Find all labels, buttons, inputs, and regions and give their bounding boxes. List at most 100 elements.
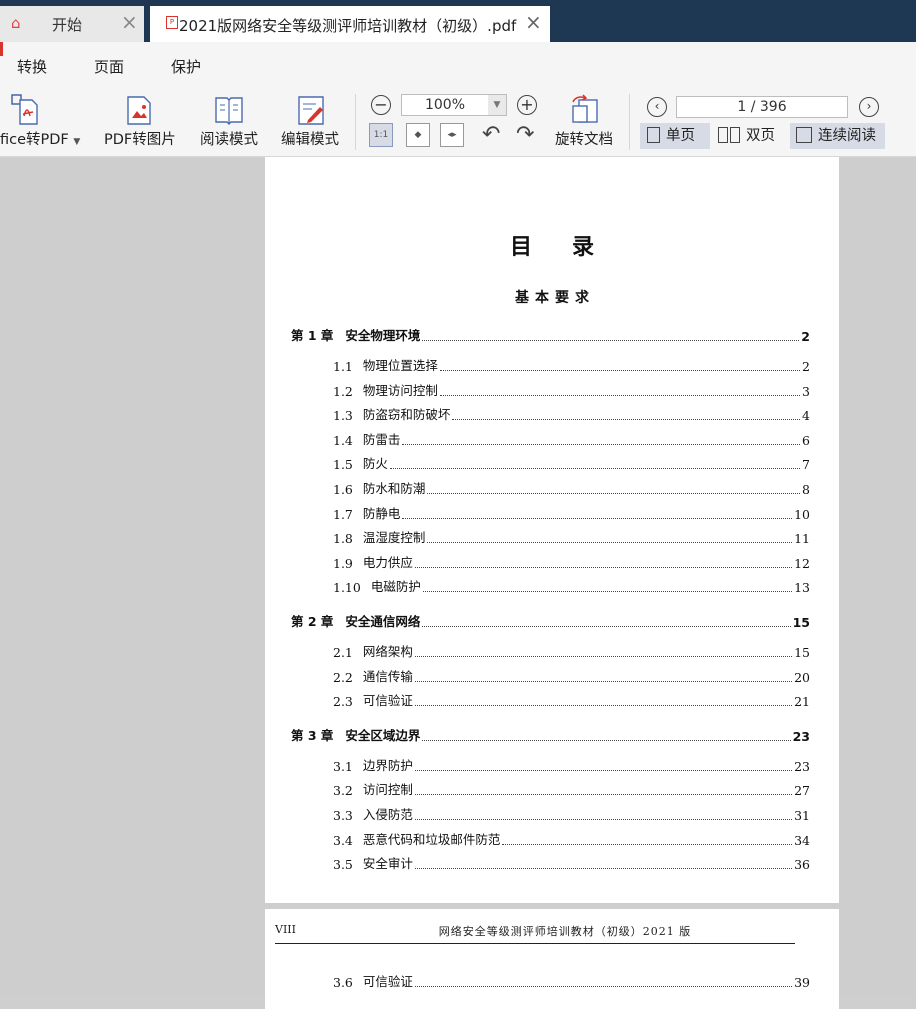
toc-section-entry[interactable]: 1.2 物理访问控制 3 bbox=[333, 380, 810, 399]
pdf-to-image-button[interactable]: PDF转图片 bbox=[100, 86, 180, 156]
toc-entry-number: 1.2 bbox=[333, 383, 353, 399]
fit-page-icon[interactable]: ◆ bbox=[406, 123, 430, 147]
menu-convert[interactable]: 转换 bbox=[17, 56, 47, 77]
rotate-left-icon[interactable]: ↶ bbox=[482, 122, 500, 147]
toc-entry-title: 安全区域边界 bbox=[345, 727, 421, 743]
toc-entry-number: 1.9 bbox=[333, 555, 353, 571]
toc-entry-page: 6 bbox=[802, 432, 810, 448]
toc-entry-page: 10 bbox=[794, 506, 810, 522]
toc-leader-dots bbox=[422, 591, 793, 593]
pdf-to-image-icon bbox=[127, 96, 151, 125]
toc-entry-number: 2.3 bbox=[333, 694, 353, 710]
toc-entry-page: 2 bbox=[802, 359, 810, 374]
toc-leader-dots bbox=[427, 493, 801, 494]
continuous-read-button[interactable]: 连续阅读 bbox=[790, 123, 885, 149]
toc-chapter-entry[interactable]: 第 3 章安全区域边界 23 bbox=[291, 725, 810, 744]
double-page-icon bbox=[718, 127, 728, 143]
toc-section-entry[interactable]: 3.3 入侵防范 31 bbox=[333, 804, 810, 823]
zoom-input[interactable]: 100% bbox=[401, 94, 489, 116]
prev-page-icon[interactable]: ‹ bbox=[647, 97, 667, 117]
toc-section-entry[interactable]: 1.4 防雷击 6 bbox=[333, 429, 810, 448]
toc-entry-number: 1.1 bbox=[333, 359, 353, 374]
toc-section-entry[interactable]: 1.6 防水和防潮 8 bbox=[333, 478, 810, 497]
continuous-read-icon bbox=[796, 127, 812, 143]
zoom-out-icon[interactable]: − bbox=[371, 95, 391, 115]
toolbar-divider bbox=[629, 94, 630, 150]
toc-chapter-entry[interactable]: 第 1 章安全物理环境 2 bbox=[291, 325, 810, 344]
toc-section-entry[interactable]: 3.1 边界防护 23 bbox=[333, 755, 810, 774]
toc-entry-title: 电磁防护 bbox=[370, 579, 421, 595]
toc-entry-title: 电力供应 bbox=[362, 554, 413, 570]
menu-page[interactable]: 页面 bbox=[94, 56, 124, 77]
toc-entry-page: 15 bbox=[794, 645, 810, 660]
toc-entry-page: 20 bbox=[794, 669, 810, 685]
double-page-label: 双页 bbox=[746, 128, 775, 144]
toc-entry-page: 2 bbox=[801, 329, 810, 344]
toc-section-entry[interactable]: 1.1 物理位置选择 2 bbox=[333, 355, 810, 374]
actual-size-icon[interactable]: 1:1 bbox=[369, 123, 393, 147]
toc-entry-number: 3.1 bbox=[333, 758, 353, 774]
page-subtitle: 基本要求 bbox=[515, 290, 595, 306]
toc-section-entry[interactable]: 1.9 电力供应 12 bbox=[333, 552, 810, 571]
toc-chapter-entry[interactable]: 第 2 章安全通信网络 15 bbox=[291, 611, 810, 630]
toc-leader-dots bbox=[414, 566, 793, 568]
toc-section-entry[interactable]: 1.7 防静电 10 bbox=[333, 503, 810, 522]
office-to-pdf-button[interactable]: fice转PDF ▼ bbox=[0, 86, 88, 156]
pdf-page: VIII 网络安全等级测评师培训教材（初级）2021 版 3.6 可信验证 39 bbox=[265, 909, 839, 1009]
rotate-document-icon bbox=[572, 94, 598, 123]
edit-mode-label: 编辑模式 bbox=[281, 132, 339, 148]
toc-section-entry[interactable]: 1.8 温湿度控制 11 bbox=[333, 527, 810, 546]
edit-mode-button[interactable]: 编辑模式 bbox=[278, 86, 344, 156]
toc-leader-dots bbox=[414, 705, 793, 707]
tab-home[interactable]: ⌂ 开始 × bbox=[0, 6, 144, 42]
next-page-icon[interactable]: › bbox=[859, 97, 879, 117]
rotate-right-icon[interactable]: ↷ bbox=[516, 122, 534, 147]
toc-entry-page: 13 bbox=[794, 580, 810, 596]
close-icon[interactable]: × bbox=[525, 10, 542, 34]
pdf-page: 目录 基本要求 第 1 章安全物理环境 2 1.1 物理位置选择 2 1.2 物理访问控制 3… bbox=[265, 157, 839, 903]
page-number-input[interactable]: 1 / 396 bbox=[676, 96, 848, 118]
toc-leader-dots bbox=[452, 419, 801, 421]
toc-section-entry[interactable]: 1.10 电磁防护 13 bbox=[333, 576, 810, 595]
toc-section-entry[interactable]: 3.4 恶意代码和垃圾邮件防范 34 bbox=[333, 829, 810, 848]
toc-entry-number: 3.2 bbox=[333, 783, 353, 799]
tab-bar: ⌂ 开始 × P 2021版网络安全等级测评师培训教材（初级）.pdf × bbox=[0, 0, 916, 42]
menu-protect[interactable]: 保护 bbox=[171, 56, 201, 77]
toc-leader-dots bbox=[414, 794, 793, 796]
toc-section-entry[interactable]: 3.6 可信验证 39 bbox=[333, 971, 810, 990]
continuous-read-label: 连续阅读 bbox=[818, 128, 876, 144]
toc-entry-page: 23 bbox=[792, 728, 810, 744]
toc-section-entry[interactable]: 2.2 通信传输 20 bbox=[333, 666, 810, 685]
single-page-button[interactable]: 单页 bbox=[640, 123, 710, 149]
toc-leader-dots bbox=[389, 468, 801, 470]
zoom-in-icon[interactable]: + bbox=[517, 95, 537, 115]
toc-leader-dots bbox=[414, 868, 793, 870]
toc-entry-title: 安全通信网络 bbox=[345, 614, 421, 629]
double-page-button[interactable]: 双页 bbox=[714, 123, 780, 149]
close-icon[interactable]: × bbox=[121, 10, 138, 34]
toc-section-entry[interactable]: 1.3 防盗窃和防破坏 4 bbox=[333, 404, 810, 423]
document-viewer[interactable]: 目录 基本要求 第 1 章安全物理环境 2 1.1 物理位置选择 2 1.2 物理访问控制 3… bbox=[0, 157, 916, 1009]
toc-entry-title: 可信验证 bbox=[362, 693, 413, 709]
toc-entry-title: 入侵防范 bbox=[362, 807, 413, 822]
tab-document-label: 2021版网络安全等级测评师培训教材（初级）.pdf bbox=[179, 17, 517, 35]
read-mode-button[interactable]: 阅读模式 bbox=[196, 86, 262, 156]
toc-section-entry[interactable]: 1.5 防火 7 bbox=[333, 453, 810, 472]
tab-document[interactable]: P 2021版网络安全等级测评师培训教材（初级）.pdf × bbox=[150, 6, 550, 42]
fit-width-icon[interactable]: ◂▸ bbox=[440, 123, 464, 147]
toc-section-entry[interactable]: 3.5 安全审计 36 bbox=[333, 853, 810, 872]
toc-entry-number: 3.6 bbox=[333, 975, 353, 990]
toc-entry-title: 恶意代码和垃圾邮件防范 bbox=[362, 831, 501, 847]
zoom-dropdown-icon[interactable]: ▼ bbox=[488, 94, 507, 116]
office-to-pdf-label: fice转PDF ▼ bbox=[0, 132, 81, 148]
rotate-document-button[interactable]: 旋转文档 bbox=[552, 86, 618, 156]
toc-leader-dots bbox=[439, 370, 801, 371]
toc-entry-title: 通信传输 bbox=[362, 668, 413, 684]
toc-section-entry[interactable]: 3.2 访问控制 27 bbox=[333, 779, 810, 798]
toc-section-entry[interactable]: 2.1 网络架构 15 bbox=[333, 641, 810, 660]
toc-entry-page: 36 bbox=[794, 857, 810, 873]
single-page-icon bbox=[647, 127, 660, 143]
toc-section-entry[interactable]: 2.3 可信验证 21 bbox=[333, 690, 810, 709]
toc-entry-title: 访问控制 bbox=[362, 782, 413, 798]
pdf-to-image-label: PDF转图片 bbox=[104, 132, 176, 148]
